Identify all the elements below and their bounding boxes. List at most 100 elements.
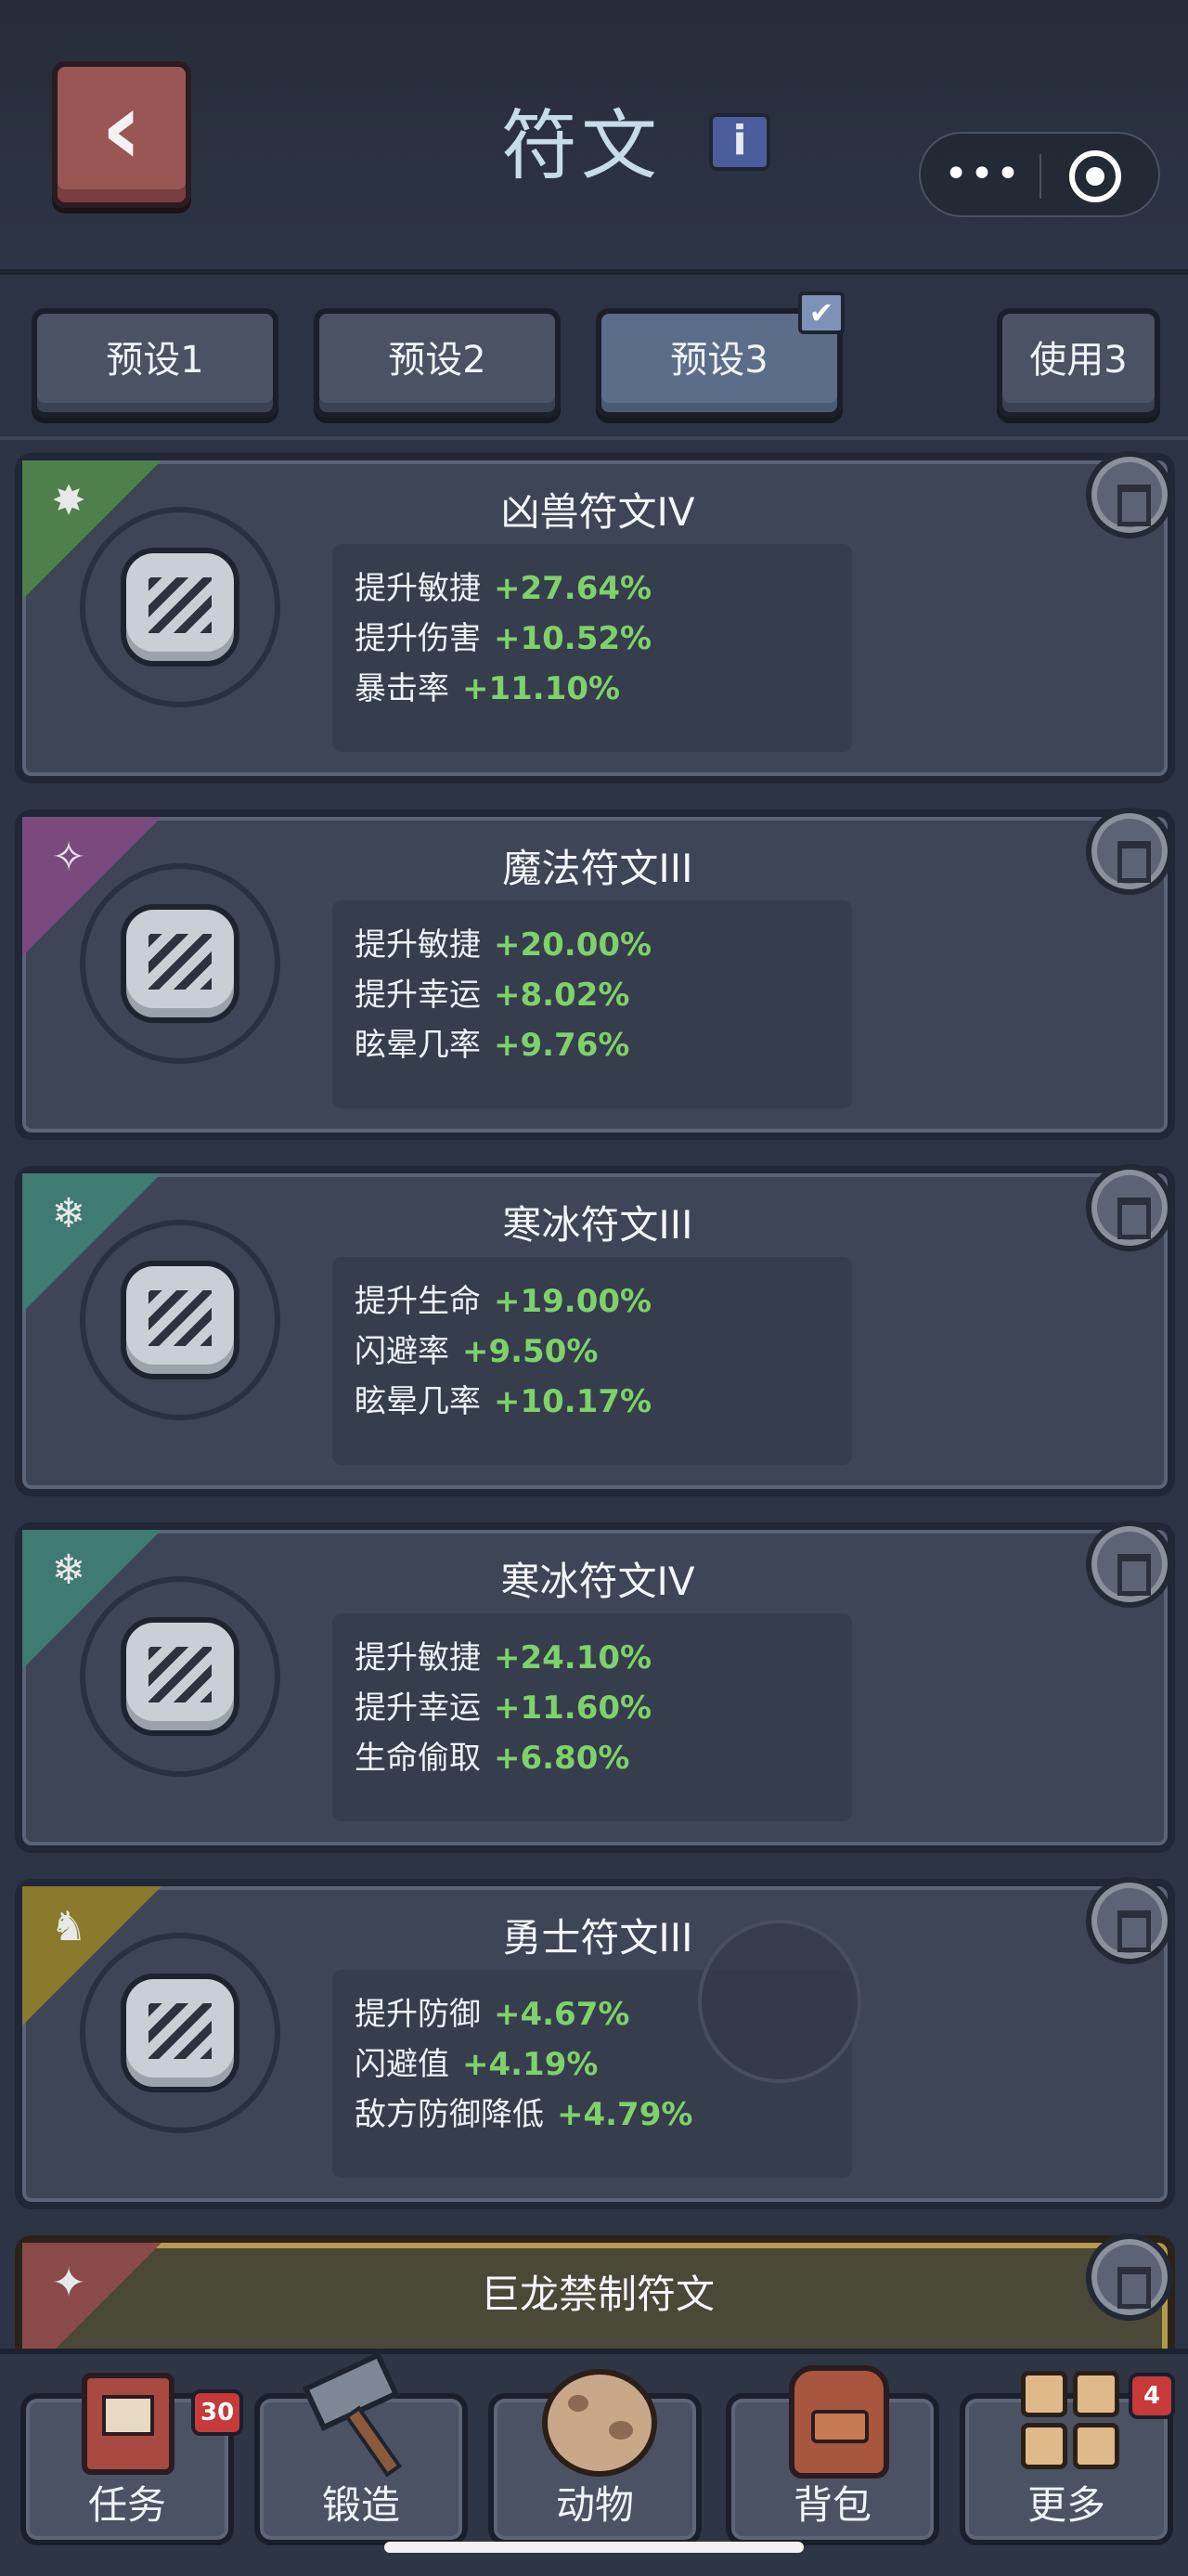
nav-label: 任务 (87, 2482, 166, 2528)
stat-row: 提升敏捷 +27.64% (355, 563, 652, 608)
close-target-icon[interactable] (1069, 150, 1121, 202)
stat-label: 生命偷取 (355, 1740, 481, 1777)
stat-row: 闪避率 +9.50% (355, 1326, 598, 1371)
stat-value: +27.64% (494, 570, 652, 607)
capsule-divider (1040, 154, 1041, 199)
rune-card[interactable]: ✦ 巨龙禁制符文 (15, 2233, 1175, 2382)
stat-label: 提升敏捷 (355, 570, 481, 607)
rune-name: 寒冰符文III (502, 1202, 693, 1248)
stat-label: 眩晕几率 (355, 1383, 481, 1420)
nav-quest-button[interactable]: 任务 30 (20, 2373, 244, 2545)
mini-program-capsule: ••• (919, 132, 1160, 217)
trash-icon[interactable] (1086, 1521, 1173, 1608)
stat-label: 敌方防御降低 (355, 2096, 544, 2133)
rune-stone-icon (121, 1617, 239, 1736)
stat-label: 闪避率 (355, 1333, 449, 1370)
rune-stats-panel: 提升敏捷 +24.10% 提升幸运 +11.60% 生命偷取 +6.80% (332, 1613, 852, 1821)
stat-row: 生命偷取 +6.80% (355, 1732, 629, 1778)
trash-icon[interactable] (1086, 1877, 1173, 1964)
stat-row: 敌方防御降低 +4.79% (355, 2089, 692, 2134)
stat-value: +9.76% (494, 1027, 630, 1064)
header-divider (0, 269, 1188, 275)
nav-label: 背包 (793, 2482, 872, 2528)
nav-more-button[interactable]: 更多 4 (960, 2371, 1175, 2545)
nav-forge-button[interactable]: 锻造 (254, 2350, 468, 2545)
stat-row: 提升幸运 +11.60% (355, 1682, 652, 1728)
stat-row: 眩晕几率 +9.76% (355, 1019, 629, 1065)
nav-backpack-button[interactable]: 背包 (726, 2365, 939, 2545)
rune-card[interactable]: ❄ 寒冰符文IV 提升敏捷 +24.10% 提升幸运 +11.60% 生命偷取 +6.80% (15, 1521, 1175, 1853)
back-arrow-icon: ‹ (100, 69, 143, 188)
stat-row: 提升敏捷 +24.10% (355, 1632, 652, 1677)
stat-row: 眩晕几率 +10.17% (355, 1376, 652, 1421)
back-button[interactable]: ‹ (52, 61, 191, 208)
stat-label: 提升敏捷 (355, 1639, 481, 1676)
checkmark-icon: ✔ (798, 291, 845, 334)
rune-card[interactable]: ♞ 勇士符文III 提升防御 +4.67% 闪避值 +4.19% 敌方防御降低 +4.79% (15, 1877, 1175, 2209)
tab-preset-2[interactable]: 预设2 (314, 308, 561, 418)
nav-label: 锻造 (321, 2482, 400, 2528)
stat-label: 眩晕几率 (355, 1027, 481, 1064)
magic-wand-icon: ✧ (51, 834, 86, 881)
backpack-icon (789, 2365, 889, 2479)
trash-icon[interactable] (1086, 1164, 1173, 1251)
stat-value: +11.10% (462, 670, 621, 707)
tab-preset-1[interactable]: 预设1 (32, 308, 278, 418)
trash-icon[interactable] (1086, 2233, 1173, 2321)
stat-label: 暴击率 (355, 670, 449, 707)
rune-name: 魔法符文III (502, 846, 693, 891)
trash-icon[interactable] (1086, 451, 1173, 538)
stat-label: 提升幸运 (355, 977, 481, 1014)
nav-animals-button[interactable]: 动物 (488, 2369, 702, 2545)
hammer-icon (301, 2350, 421, 2479)
stat-label: 提升生命 (355, 1283, 481, 1320)
stat-row: 提升伤害 +10.52% (355, 613, 652, 658)
rune-stone-icon (121, 904, 239, 1023)
trash-icon[interactable] (1086, 808, 1173, 895)
rune-card[interactable]: ✧ 魔法符文III 提升敏捷 +20.00% 提升幸运 +8.02% 眩晕几率 +9.76% (15, 808, 1175, 1140)
snowflake-icon: ❄ (51, 1190, 86, 1237)
beast-skull-icon: ✸ (51, 477, 86, 524)
header-bar: ‹ 符文 i ••• (0, 0, 1188, 269)
stat-value: +6.80% (494, 1740, 630, 1777)
dragon-icon: ✦ (51, 2259, 86, 2307)
stat-value: +4.79% (557, 2096, 693, 2133)
rune-stats-panel: 提升敏捷 +27.64% 提升伤害 +10.52% 暴击率 +11.10% (332, 544, 852, 752)
horned-helmet-icon: ♞ (50, 1903, 87, 1950)
rune-stone-icon (121, 1974, 239, 2092)
snowflake-icon: ❄ (51, 1547, 86, 1594)
page-title: 符文 (501, 102, 662, 190)
rune-stone-icon (121, 1261, 239, 1379)
button-label: 使用3 (1029, 339, 1128, 382)
notification-badge: 4 (1129, 2373, 1175, 2419)
stat-value: +8.02% (494, 977, 630, 1014)
rune-card[interactable]: ✸ 凶兽符文IV 提升敏捷 +27.64% 提升伤害 +10.52% 暴击率 +11.10% (15, 451, 1175, 783)
tab-preset-3[interactable]: 预设3 ✔ (596, 291, 845, 418)
rune-stats-panel: 提升生命 +19.00% 闪避率 +9.50% 眩晕几率 +10.17% (332, 1257, 852, 1465)
stat-row: 提升防御 +4.67% (355, 1988, 629, 2034)
rune-stone-icon (121, 548, 239, 667)
stat-row: 暴击率 +11.10% (355, 663, 620, 708)
rune-name: 寒冰符文IV (500, 1559, 695, 1604)
info-icon[interactable]: i (709, 113, 770, 171)
touch-indicator (698, 1920, 861, 2083)
stat-label: 提升伤害 (355, 620, 481, 657)
stat-label: 提升敏捷 (355, 926, 481, 964)
stat-value: +20.00% (494, 926, 652, 964)
stat-label: 闪避值 (355, 2046, 449, 2083)
use-preset-button[interactable]: 使用3 (997, 308, 1160, 418)
rune-stats-panel: 提升敏捷 +20.00% 提升幸运 +8.02% 眩晕几率 +9.76% (332, 900, 852, 1108)
more-menu-icon[interactable]: ••• (941, 149, 1025, 201)
stat-row: 提升生命 +19.00% (355, 1275, 652, 1321)
home-indicator (384, 2542, 804, 2553)
stat-value: +24.10% (494, 1639, 652, 1676)
stat-value: +10.52% (494, 620, 652, 657)
section-divider (0, 436, 1188, 440)
nav-label: 更多 (1027, 2482, 1105, 2528)
rune-card[interactable]: ❄ 寒冰符文III 提升生命 +19.00% 闪避率 +9.50% 眩晕几率 +10.17% (15, 1164, 1175, 1496)
tab-label: 预设3 (670, 339, 768, 382)
stat-value: +11.60% (494, 1689, 652, 1727)
rune-name: 巨龙禁制符文 (480, 2272, 715, 2317)
quest-book-icon (82, 2373, 174, 2475)
nav-label: 动物 (555, 2482, 634, 2528)
